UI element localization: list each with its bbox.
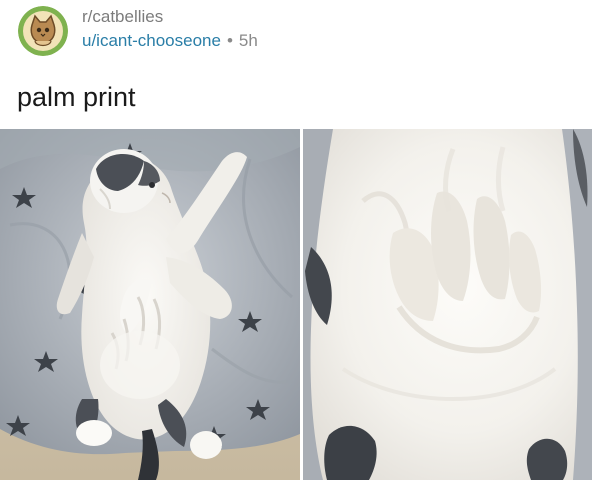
post-title[interactable]: palm print xyxy=(17,80,136,114)
post-header: r/catbellies u/icant-chooseone • 5h xyxy=(0,0,592,64)
subreddit-avatar-icon[interactable] xyxy=(18,6,68,56)
cat-belly-closeup-photo-icon xyxy=(303,129,592,480)
cat-photo-right[interactable] xyxy=(303,129,592,480)
cat-lying-on-bed-photo-icon xyxy=(0,129,300,480)
cat-photo-left[interactable] xyxy=(0,129,300,480)
cat-avatar-icon xyxy=(18,6,68,56)
username-link[interactable]: u/icant-chooseone xyxy=(82,31,221,50)
subreddit-link[interactable]: r/catbellies xyxy=(82,6,258,28)
post-meta: r/catbellies u/icant-chooseone • 5h xyxy=(82,6,258,52)
post-age: 5h xyxy=(238,31,258,50)
image-gallery xyxy=(0,129,592,480)
meta-separator: • xyxy=(226,31,233,50)
post-meta-line: u/icant-chooseone • 5h xyxy=(82,30,258,52)
